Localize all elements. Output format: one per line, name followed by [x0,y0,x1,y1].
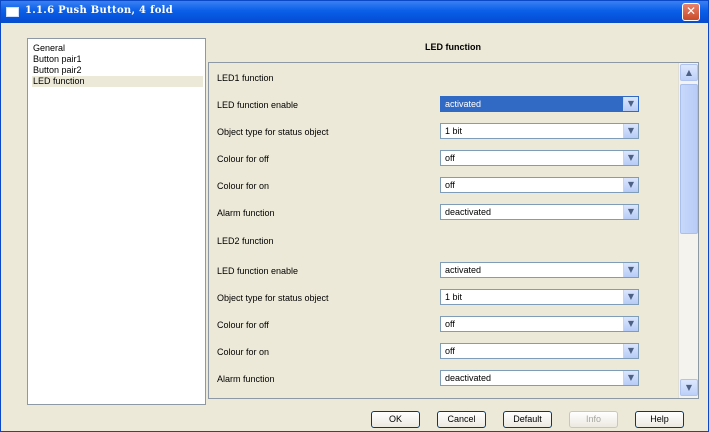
param-label: Alarm function [217,374,275,384]
chevron-down-icon[interactable]: ▼ [623,178,638,192]
dropdown-value: off [445,153,455,163]
default-button[interactable]: Default [503,411,552,428]
param-label: LED function enable [217,266,299,276]
dropdown-value: off [445,180,455,190]
led2-colour-on-dropdown[interactable]: off ▼ [440,343,639,359]
section-label-led2: LED2 function [217,236,274,246]
led1-colour-off-dropdown[interactable]: off ▼ [440,150,639,166]
led1-alarm-dropdown[interactable]: deactivated ▼ [440,204,639,220]
param-label: Object type for status object [217,127,329,137]
led2-alarm-dropdown[interactable]: deactivated ▼ [440,370,639,386]
chevron-down-icon[interactable]: ▼ [623,263,638,277]
chevron-down-icon[interactable]: ▼ [623,97,638,111]
help-button[interactable]: Help [635,411,684,428]
info-button[interactable]: Info [569,411,618,428]
close-icon: ✕ [685,4,697,18]
param-label: Colour for on [217,181,270,191]
chevron-down-icon[interactable]: ▼ [623,151,638,165]
navigation-tree: General Button pair1 Button pair2 LED fu… [27,38,206,405]
param-label: Colour for off [217,154,269,164]
led2-enable-dropdown[interactable]: activated ▼ [440,262,639,278]
dropdown-value: 1 bit [445,292,463,302]
dropdown-value: off [445,319,455,329]
parameter-panel: LED1 function LED function enable activa… [208,62,699,399]
dropdown-value: activated [445,99,482,109]
chevron-down-icon[interactable]: ▼ [623,124,638,138]
ok-button[interactable]: OK [371,411,420,428]
led1-object-type-dropdown[interactable]: 1 bit ▼ [440,123,639,139]
param-label: Object type for status object [217,293,329,303]
nav-item-button-pair2[interactable]: Button pair2 [32,65,203,76]
window-title: 1.1.6 Push Button, 4 fold [25,5,174,16]
scrollbar-thumb[interactable] [680,84,698,234]
param-label: LED function enable [217,100,299,110]
led1-enable-dropdown[interactable]: activated ▼ [440,96,639,112]
cancel-button[interactable]: Cancel [437,411,486,428]
led1-colour-on-dropdown[interactable]: off ▼ [440,177,639,193]
title-bar[interactable]: 1.1.6 Push Button, 4 fold ✕ [1,1,708,23]
dropdown-value: activated [445,265,482,275]
vertical-scrollbar[interactable]: ▲ ▼ [678,63,698,398]
scroll-down-button[interactable]: ▼ [680,379,698,396]
dropdown-value: deactivated [445,373,492,383]
led2-object-type-dropdown[interactable]: 1 bit ▼ [440,289,639,305]
section-label-led1: LED1 function [217,73,274,83]
window-icon [6,7,19,17]
chevron-down-icon[interactable]: ▼ [623,290,638,304]
close-button[interactable]: ✕ [682,3,700,21]
dropdown-value: off [445,346,455,356]
dialog-window: 1.1.6 Push Button, 4 fold ✕ General Butt… [0,0,709,432]
panel-title: LED function [425,42,481,52]
nav-item-led-function[interactable]: LED function [32,76,203,87]
dropdown-value: 1 bit [445,126,463,136]
param-label: Colour for off [217,320,269,330]
chevron-up-icon: ▲ [685,68,693,77]
led2-colour-off-dropdown[interactable]: off ▼ [440,316,639,332]
chevron-down-icon[interactable]: ▼ [623,205,638,219]
chevron-down-icon[interactable]: ▼ [623,371,638,385]
nav-item-general[interactable]: General [32,43,203,54]
param-label: Alarm function [217,208,275,218]
param-label: Colour for on [217,347,270,357]
chevron-down-icon[interactable]: ▼ [623,317,638,331]
scroll-up-button[interactable]: ▲ [680,64,698,81]
chevron-down-icon: ▼ [685,383,693,392]
dropdown-value: deactivated [445,207,492,217]
nav-item-button-pair1[interactable]: Button pair1 [32,54,203,65]
chevron-down-icon[interactable]: ▼ [623,344,638,358]
